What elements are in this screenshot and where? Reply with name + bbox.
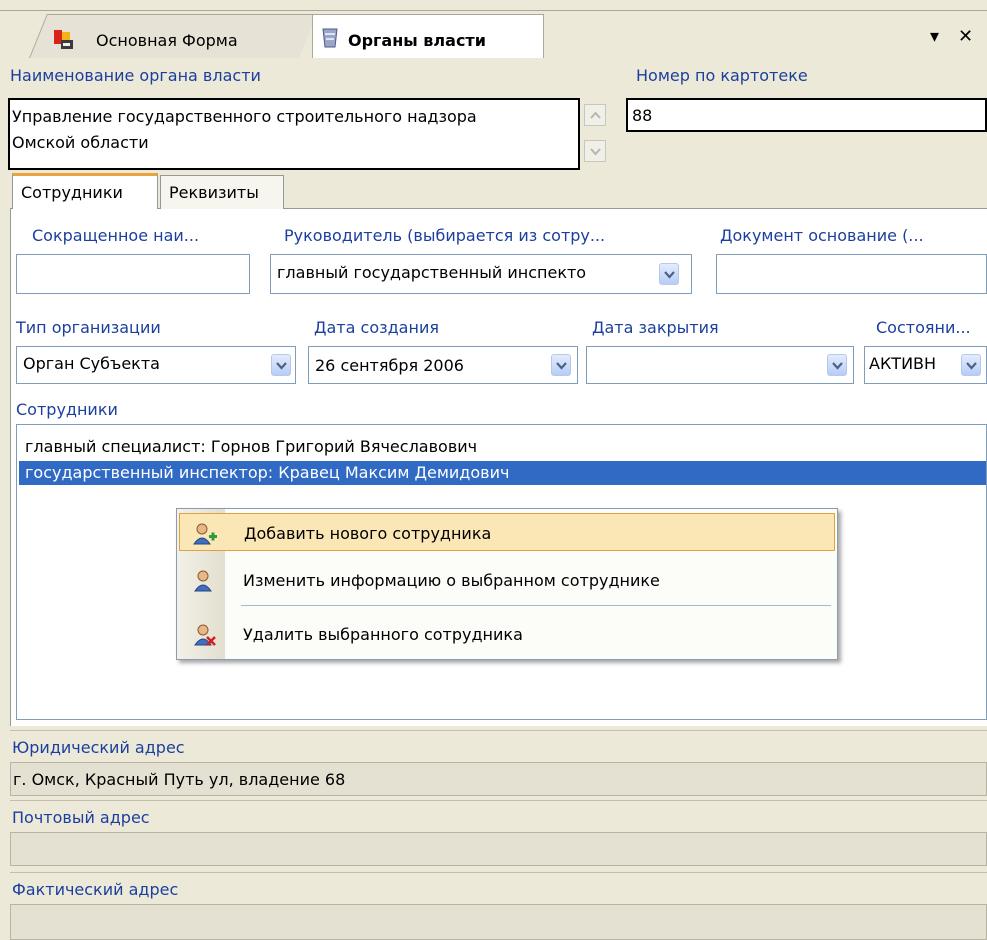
tab-employees-label: Сотрудники xyxy=(21,183,123,202)
employees-section-label: Сотрудники xyxy=(16,400,118,419)
postal-address-label: Почтовый адрес xyxy=(12,808,150,827)
menu-item-delete-employee[interactable]: Удалить выбранного сотрудника xyxy=(179,615,835,653)
tab-employees[interactable]: Сотрудники xyxy=(12,173,158,209)
legal-address-value: г. Омск, Красный Путь ул, владение 68 xyxy=(13,770,346,789)
list-item-selected[interactable]: государственный инспектор: Кравец Максим… xyxy=(19,461,986,485)
created-date-dropdown-button[interactable] xyxy=(551,354,571,376)
menu-separator xyxy=(241,605,831,606)
chevron-down-icon xyxy=(664,271,675,279)
chevron-down-icon xyxy=(966,362,977,370)
chevron-down-icon xyxy=(590,148,601,156)
legal-address-label: Юридический адрес xyxy=(12,738,185,757)
state-label: Состояни... xyxy=(876,318,971,337)
created-date-select[interactable]: 26 сентября 2006 xyxy=(308,346,578,384)
add-user-icon xyxy=(192,522,218,550)
head-dropdown-button[interactable] xyxy=(659,263,679,285)
scroll-down-button[interactable] xyxy=(584,140,606,162)
created-date-label: Дата создания xyxy=(314,318,439,337)
doc-basis-label: Документ основание (... xyxy=(720,226,924,245)
authorities-icon xyxy=(320,27,340,53)
state-value: АКТИВН xyxy=(869,354,937,373)
edit-user-icon xyxy=(191,569,217,597)
tab-main-form-label: Основная Форма xyxy=(96,31,238,50)
list-item[interactable]: главный специалист: Горнов Григорий Вяче… xyxy=(19,435,986,459)
org-type-select[interactable]: Орган Субъекта xyxy=(16,346,296,384)
authority-name-line2: Омской области xyxy=(12,133,149,152)
head-label: Руководитель (выбирается из сотру... xyxy=(284,226,606,245)
menu-item-add-employee[interactable]: Добавить нового сотрудника xyxy=(179,513,835,551)
short-name-field[interactable] xyxy=(16,254,250,294)
card-number-value: 88 xyxy=(632,106,653,125)
tab-requisites[interactable]: Реквизиты xyxy=(160,175,284,209)
doc-basis-field[interactable] xyxy=(716,254,987,294)
head-select[interactable]: главный государственный инспекто xyxy=(270,254,692,294)
state-dropdown-button[interactable] xyxy=(961,354,981,376)
legal-address-field[interactable]: г. Омск, Красный Путь ул, владение 68 xyxy=(10,762,987,796)
name-scrollbar[interactable] xyxy=(582,100,608,166)
menu-item-add-label: Добавить нового сотрудника xyxy=(244,524,492,543)
delete-user-icon xyxy=(191,623,217,651)
created-date-value: 26 сентября 2006 xyxy=(315,356,464,375)
chevron-down-icon xyxy=(832,362,843,370)
head-select-value: главный государственный инспекто xyxy=(277,263,587,282)
org-type-value: Орган Субъекта xyxy=(23,354,160,373)
closed-date-dropdown-button[interactable] xyxy=(827,354,847,376)
postal-address-field[interactable] xyxy=(10,832,987,866)
document-tab-bar: Основная Форма Органы власти ▾ ✕ xyxy=(0,0,987,58)
actual-address-field[interactable] xyxy=(10,904,987,940)
authority-name-field[interactable]: Управление государственного строительног… xyxy=(8,98,580,170)
main-form-icon xyxy=(52,28,74,54)
close-icon[interactable]: ✕ xyxy=(958,26,973,47)
scroll-up-button[interactable] xyxy=(584,104,606,126)
card-number-label: Номер по картотеке xyxy=(636,66,808,85)
authority-name-line1: Управление государственного строительног… xyxy=(12,107,477,126)
tab-list-dropdown-icon[interactable]: ▾ xyxy=(930,26,939,47)
context-menu: Добавить нового сотрудника Изменить инфо… xyxy=(176,508,838,660)
closed-date-select[interactable] xyxy=(586,346,854,384)
closed-date-label: Дата закрытия xyxy=(592,318,719,337)
org-type-label: Тип организации xyxy=(16,318,161,337)
menu-item-edit-label: Изменить информацию о выбранном сотрудни… xyxy=(243,571,660,590)
short-name-label: Сокращенное наи... xyxy=(32,226,200,245)
chevron-up-icon xyxy=(590,111,601,119)
actual-address-label: Фактический адрес xyxy=(12,880,179,899)
menu-item-delete-label: Удалить выбранного сотрудника xyxy=(243,625,523,644)
card-number-field[interactable]: 88 xyxy=(626,98,987,132)
menu-item-edit-employee[interactable]: Изменить информацию о выбранном сотрудни… xyxy=(179,561,835,599)
chevron-down-icon xyxy=(276,362,287,370)
authority-name-label: Наименование органа власти xyxy=(10,66,261,85)
chevron-down-icon xyxy=(556,362,567,370)
org-type-dropdown-button[interactable] xyxy=(271,354,291,376)
state-select[interactable]: АКТИВН xyxy=(864,346,987,384)
tab-requisites-label: Реквизиты xyxy=(169,183,259,202)
tab-authorities-label: Органы власти xyxy=(348,31,486,50)
